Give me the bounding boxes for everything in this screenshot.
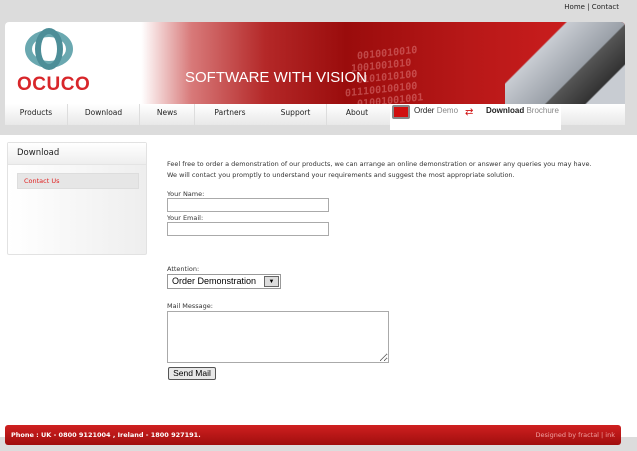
order-demo-link[interactable]: Order Demo xyxy=(414,106,458,115)
contact-form: Feel free to order a demonstration of ou… xyxy=(167,159,592,380)
laptop-image xyxy=(505,22,625,104)
nav-news[interactable]: News xyxy=(140,104,195,125)
promo-links: Order Demo ⇄ Download Brochure xyxy=(390,104,561,130)
message-textarea[interactable] xyxy=(167,311,389,363)
designer-credit-link[interactable]: Designed by fractal | ink xyxy=(535,431,615,439)
intro-text: We will contact you promptly to understa… xyxy=(167,171,515,179)
sidebar: Download Contact Us xyxy=(7,142,147,255)
home-link[interactable]: Home xyxy=(564,3,585,11)
name-label: Your Name: xyxy=(167,190,205,198)
attention-value: Order Demonstration xyxy=(172,276,257,286)
logo-ring-icon xyxy=(35,28,63,70)
chevron-down-icon[interactable]: ▼ xyxy=(264,276,279,287)
tagline: SOFTWARE WITH VISION xyxy=(185,69,367,86)
name-input[interactable] xyxy=(167,198,329,212)
attention-label: Attention: xyxy=(167,265,200,273)
email-label: Your Email: xyxy=(167,214,204,222)
download-brochure-link[interactable]: Download Brochure xyxy=(486,106,559,115)
nav-partners[interactable]: Partners xyxy=(195,104,265,125)
nav-about[interactable]: About xyxy=(327,104,387,125)
arrows-icon: ⇄ xyxy=(465,107,474,118)
message-label: Mail Message: xyxy=(167,302,213,310)
nav-support[interactable]: Support xyxy=(265,104,327,125)
header-banner: 0010010010 1001001010 0101010100 0111001… xyxy=(5,22,625,104)
intro-text: Feel free to order a demonstration of ou… xyxy=(167,160,592,168)
footer: Phone : UK - 0800 9121004 , Ireland - 18… xyxy=(5,425,621,445)
sidebar-title: Download xyxy=(8,143,146,165)
email-input[interactable] xyxy=(167,222,329,236)
logo-text: OCUCO xyxy=(17,74,91,95)
contact-link[interactable]: Contact xyxy=(592,3,619,11)
send-mail-button[interactable]: Send Mail xyxy=(168,367,216,380)
monitor-icon xyxy=(392,105,410,119)
nav-products[interactable]: Products xyxy=(5,104,68,125)
separator: | xyxy=(584,3,592,11)
attention-select[interactable]: Order Demonstration ▼ xyxy=(167,274,281,289)
sidebar-item-contact-us[interactable]: Contact Us xyxy=(17,173,139,189)
phone-info: Phone : UK - 0800 9121004 , Ireland - 18… xyxy=(11,431,201,439)
top-links: Home | Contact xyxy=(564,3,619,11)
nav-download[interactable]: Download xyxy=(68,104,140,125)
